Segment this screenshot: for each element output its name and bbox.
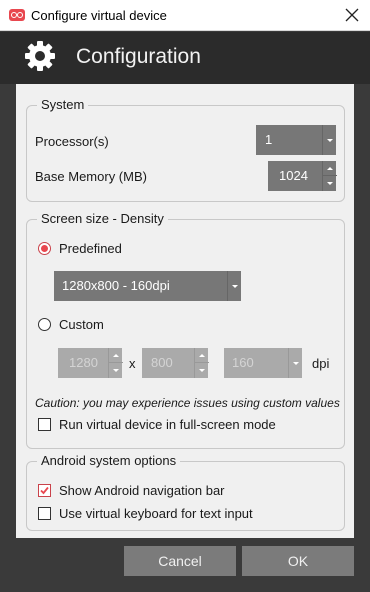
android-group: Android system options Show Android navi… [26, 453, 345, 531]
keyboard-checkbox[interactable] [38, 507, 51, 520]
system-legend: System [37, 97, 89, 113]
chevron-down-icon [327, 139, 333, 142]
ok-button[interactable]: OK [242, 546, 354, 576]
arrow-down-icon [199, 369, 205, 372]
keyboard-label[interactable]: Use virtual keyboard for text input [59, 506, 253, 522]
custom-dpi-select[interactable]: 160 [224, 348, 302, 378]
chevron-down-icon [293, 362, 299, 365]
predefined-resolution-value: 1280x800 - 160dpi [62, 278, 170, 293]
processors-value: 1 [265, 132, 273, 147]
window-title: Configure virtual device [31, 8, 167, 23]
arrow-down-icon [327, 182, 333, 185]
checkmark-icon [40, 486, 49, 495]
memory-label: Base Memory (MB) [35, 169, 147, 184]
dpi-label: dpi [312, 356, 330, 371]
close-button[interactable] [343, 6, 361, 24]
memory-decrement[interactable] [323, 176, 337, 191]
custom-height-spinbox[interactable]: 800 [142, 348, 209, 378]
height-increment[interactable] [195, 348, 209, 363]
custom-width-value: 1280 [69, 355, 98, 370]
screen-group: Screen size - Density Predefined 1280x80… [26, 211, 345, 449]
width-decrement[interactable] [109, 363, 123, 378]
arrow-up-icon [199, 354, 205, 357]
fullscreen-checkbox[interactable] [38, 418, 51, 431]
gear-icon [25, 41, 55, 71]
predefined-radio[interactable] [38, 242, 51, 255]
custom-width-spinbox[interactable]: 1280 [58, 348, 123, 378]
processors-dropdown-arrow[interactable] [322, 125, 336, 155]
navbar-checkbox[interactable] [38, 484, 51, 497]
app-logo-icon [9, 9, 25, 21]
memory-value: 1024 [279, 168, 308, 183]
fullscreen-label[interactable]: Run virtual device in full-screen mode [59, 417, 276, 433]
memory-spinbox[interactable]: 1024 [268, 161, 337, 191]
page-title: Configuration [76, 45, 201, 68]
cancel-button[interactable]: Cancel [124, 546, 236, 576]
system-group: System Processor(s) 1 Base Memory (MB) 1… [26, 97, 345, 202]
processors-select[interactable]: 1 [256, 125, 336, 155]
arrow-up-icon [327, 167, 333, 170]
predefined-dropdown-arrow[interactable] [227, 271, 241, 301]
navbar-label[interactable]: Show Android navigation bar [59, 483, 225, 499]
dialog-header: Configuration [0, 32, 370, 84]
settings-panel: System Processor(s) 1 Base Memory (MB) 1… [16, 84, 354, 538]
close-icon [345, 8, 359, 22]
predefined-resolution-select[interactable]: 1280x800 - 160dpi [54, 271, 241, 301]
custom-label[interactable]: Custom [59, 317, 104, 333]
chevron-down-icon [232, 285, 238, 288]
memory-increment[interactable] [323, 161, 337, 176]
custom-radio[interactable] [38, 318, 51, 331]
title-bar: Configure virtual device [0, 0, 370, 31]
custom-height-value: 800 [151, 355, 173, 370]
processors-label: Processor(s) [35, 134, 109, 149]
screen-legend: Screen size - Density [37, 211, 168, 227]
width-increment[interactable] [109, 348, 123, 363]
size-separator-x: x [129, 356, 136, 371]
custom-dpi-value: 160 [232, 355, 254, 370]
arrow-down-icon [113, 369, 119, 372]
caution-text: Caution: you may experience issues using… [35, 396, 340, 410]
predefined-label[interactable]: Predefined [59, 241, 122, 257]
android-legend: Android system options [37, 453, 181, 469]
arrow-up-icon [113, 354, 119, 357]
dpi-dropdown-arrow[interactable] [288, 348, 302, 378]
height-decrement[interactable] [195, 363, 209, 378]
